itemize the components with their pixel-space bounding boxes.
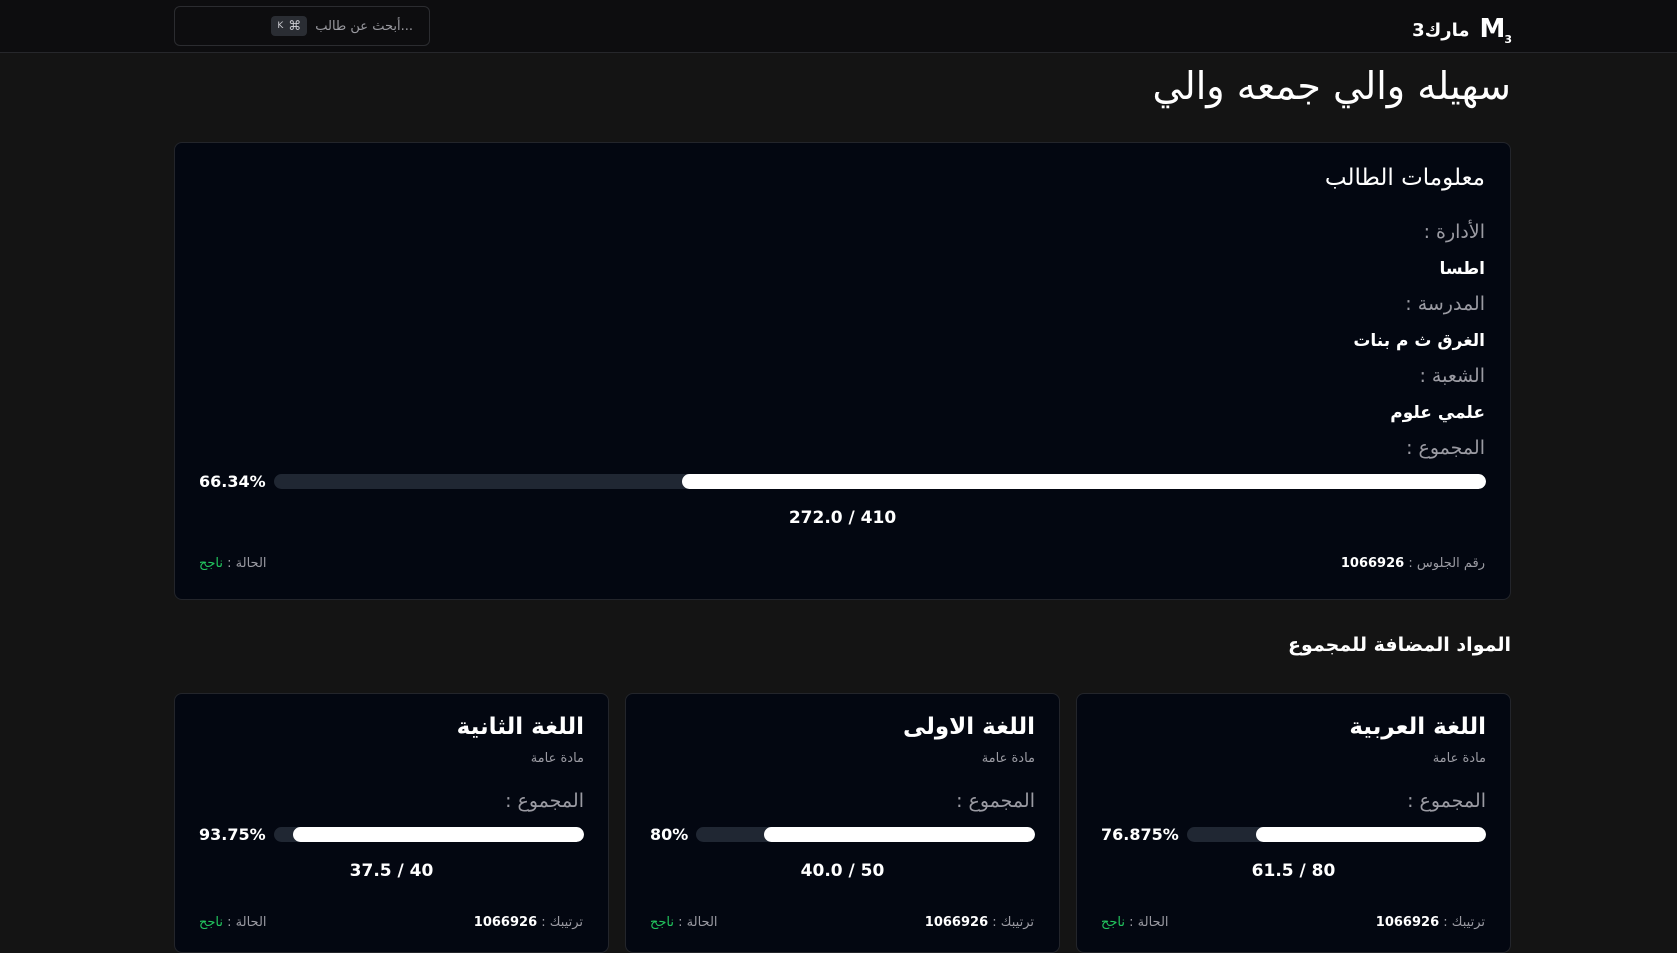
subject-progress-fill	[1255, 827, 1486, 842]
subject-card[interactable]: اللغة الثانية مادة عامة المجموع : 93.75% 37.…	[174, 693, 609, 953]
status-badge: ناجح	[199, 556, 224, 571]
subject-type: مادة عامة	[981, 751, 1035, 766]
total-score: 272.0 / 410	[788, 508, 897, 528]
seat-number: رقم الجلوس : 1066926	[1340, 556, 1485, 571]
subject-title: اللغة الثانية	[456, 714, 584, 740]
subject-status: الحالة : ناجح	[1101, 915, 1169, 930]
subject-status: الحالة : ناجح	[650, 915, 718, 930]
subject-card[interactable]: اللغة الاولى مادة عامة المجموع : 80% 40.0 / …	[625, 693, 1060, 953]
status-badge: ناجح	[650, 915, 675, 930]
total-label: المجموع :	[1406, 437, 1485, 459]
subject-type: مادة عامة	[530, 751, 584, 766]
subject-type: مادة عامة	[1432, 751, 1486, 766]
subject-progress-fill	[293, 827, 584, 842]
logo-mark-icon: M3	[1479, 14, 1511, 47]
subject-score: 61.5 / 80	[1251, 861, 1336, 881]
subject-progress-track	[273, 827, 584, 842]
subject-total-label: المجموع :	[1407, 790, 1486, 812]
division-label: الشعبة :	[1419, 365, 1485, 387]
total-progress-track	[273, 474, 1486, 489]
subject-rank: ترتيبك : 1066926	[1375, 915, 1485, 930]
status-badge: ناجح	[1101, 915, 1126, 930]
subject-progress-fill	[764, 827, 1035, 842]
search-input[interactable]: K ⌘ أبحث عن طالب...	[174, 6, 430, 46]
total-percent: 66.34%	[199, 472, 266, 491]
command-icon: ⌘	[288, 18, 302, 34]
subject-score: 37.5 / 40	[349, 861, 434, 881]
search-placeholder: أبحث عن طالب...	[315, 18, 413, 34]
subject-progress: 93.75%	[199, 825, 584, 844]
subject-percent: 80%	[650, 825, 689, 844]
subject-status: الحالة : ناجح	[199, 915, 267, 930]
total-progress: 66.34%	[199, 472, 1486, 491]
brand-logo[interactable]: M3 مارك3	[1412, 14, 1512, 47]
student-info-card: معلومات الطالب الأدارة : اطسا المدرسة : …	[174, 142, 1511, 600]
subject-percent: 93.75%	[199, 825, 266, 844]
page-title: سهيله والي جمعه والي	[1152, 64, 1512, 108]
top-bar: M3 مارك3 K ⌘ أبحث عن طالب...	[0, 0, 1677, 53]
subject-rank: ترتيبك : 1066926	[473, 915, 583, 930]
subject-progress-track	[1186, 827, 1486, 842]
total-progress-fill	[681, 474, 1486, 489]
subject-rank: ترتيبك : 1066926	[924, 915, 1034, 930]
logo-text: مارك3	[1412, 19, 1470, 41]
division-value: علمي علوم	[1390, 403, 1485, 423]
keyboard-shortcut-badge: K ⌘	[271, 16, 308, 36]
subject-progress: 80%	[650, 825, 1035, 844]
school-label: المدرسة :	[1405, 293, 1485, 315]
subject-score: 40.0 / 50	[800, 861, 885, 881]
subjects-section-title: المواد المضافة للمجموع	[1288, 634, 1511, 656]
subject-card[interactable]: اللغة العربية مادة عامة المجموع : 76.875% 61…	[1076, 693, 1511, 953]
seat-number-value: 1066926	[1340, 556, 1405, 571]
subject-title: اللغة الاولى	[902, 714, 1035, 740]
subject-title: اللغة العربية	[1349, 714, 1486, 740]
subject-total-label: المجموع :	[956, 790, 1035, 812]
administration-label: الأدارة :	[1423, 221, 1485, 243]
status: الحالة : ناجح	[199, 556, 267, 571]
subject-progress-track	[696, 827, 1035, 842]
subject-total-label: المجموع :	[505, 790, 584, 812]
subject-rank-value: 1066926	[924, 915, 989, 930]
subject-progress: 76.875%	[1101, 825, 1486, 844]
subject-rank-value: 1066926	[473, 915, 538, 930]
administration-value: اطسا	[1439, 259, 1485, 279]
student-info-title: معلومات الطالب	[1324, 165, 1485, 191]
subject-percent: 76.875%	[1101, 825, 1179, 844]
school-value: الغرق ث م بنات	[1353, 331, 1485, 351]
status-badge: ناجح	[199, 915, 224, 930]
subject-rank-value: 1066926	[1375, 915, 1440, 930]
